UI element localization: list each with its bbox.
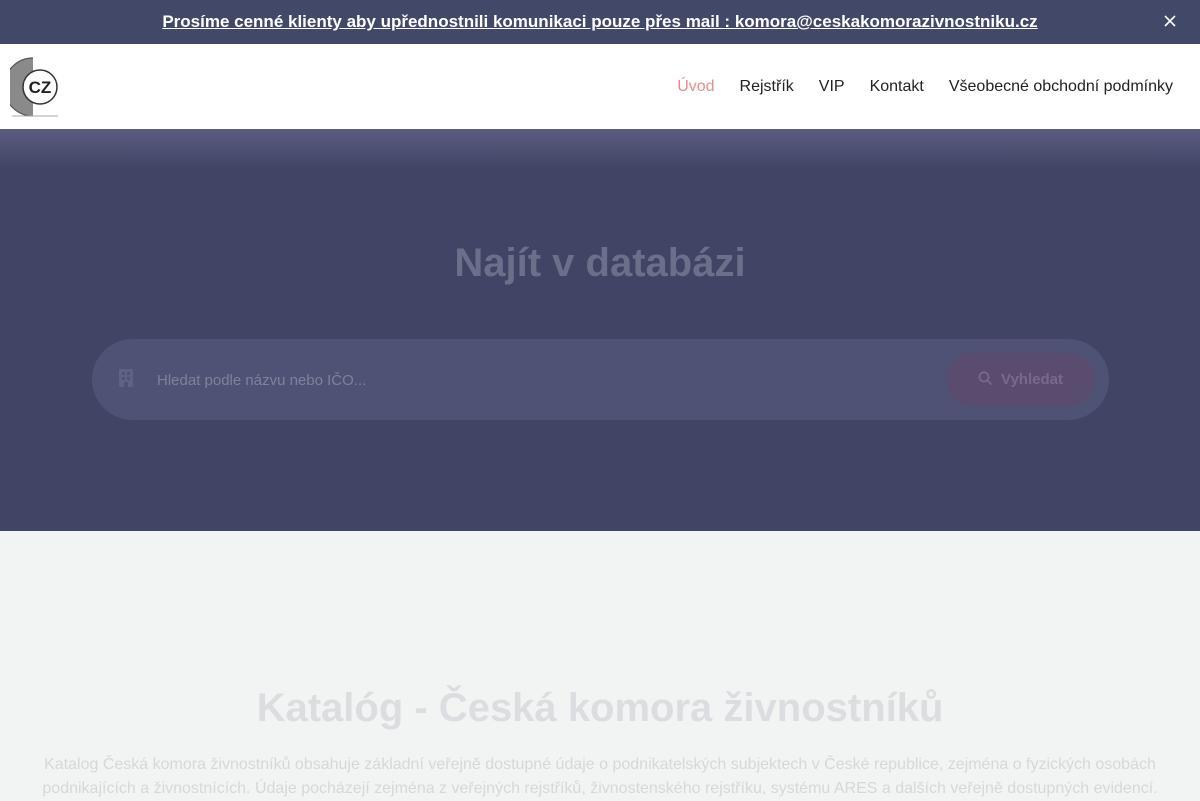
main-nav: Úvod Rejstřík VIP Kontakt Všeobecné obch… <box>677 44 1173 129</box>
close-icon[interactable] <box>1160 11 1180 31</box>
nav-item-kontakt[interactable]: Kontakt <box>870 78 924 96</box>
page-title: Katalóg - Česká komora živnostníků <box>256 686 944 730</box>
hero-title: Najít v databázi <box>454 241 746 285</box>
catalog-description: Katalog Česká komora živnostníků obsahuj… <box>42 756 1158 797</box>
hero-shadow <box>0 129 1200 169</box>
search-button[interactable]: Vyhledat <box>946 353 1095 406</box>
logo-text: CZ <box>29 78 52 97</box>
nav-item-rejstrik[interactable]: Rejstřík <box>740 78 794 96</box>
search-icon <box>978 371 993 389</box>
search-bar: Vyhledat <box>92 339 1109 420</box>
nav-item-obchodni-podminky[interactable]: Všeobecné obchodní podmínky <box>949 78 1173 96</box>
nav-item-vip[interactable]: VIP <box>819 78 845 96</box>
announcement-bar: Prosíme cenné klienty aby upřednostnili … <box>0 0 1200 44</box>
hero-section: Najít v databázi Vyhledat <box>0 129 1200 531</box>
site-header: CZ Úvod Rejstřík VIP Kontakt Všeobecné o… <box>0 44 1200 130</box>
building-icon <box>118 368 134 388</box>
announcement-link[interactable]: Prosíme cenné klienty aby upřednostnili … <box>162 12 1037 32</box>
search-input[interactable] <box>155 361 1019 399</box>
nav-item-uvod[interactable]: Úvod <box>677 78 714 96</box>
logo[interactable]: CZ <box>3 56 60 118</box>
search-button-label: Vyhledat <box>1001 371 1063 388</box>
